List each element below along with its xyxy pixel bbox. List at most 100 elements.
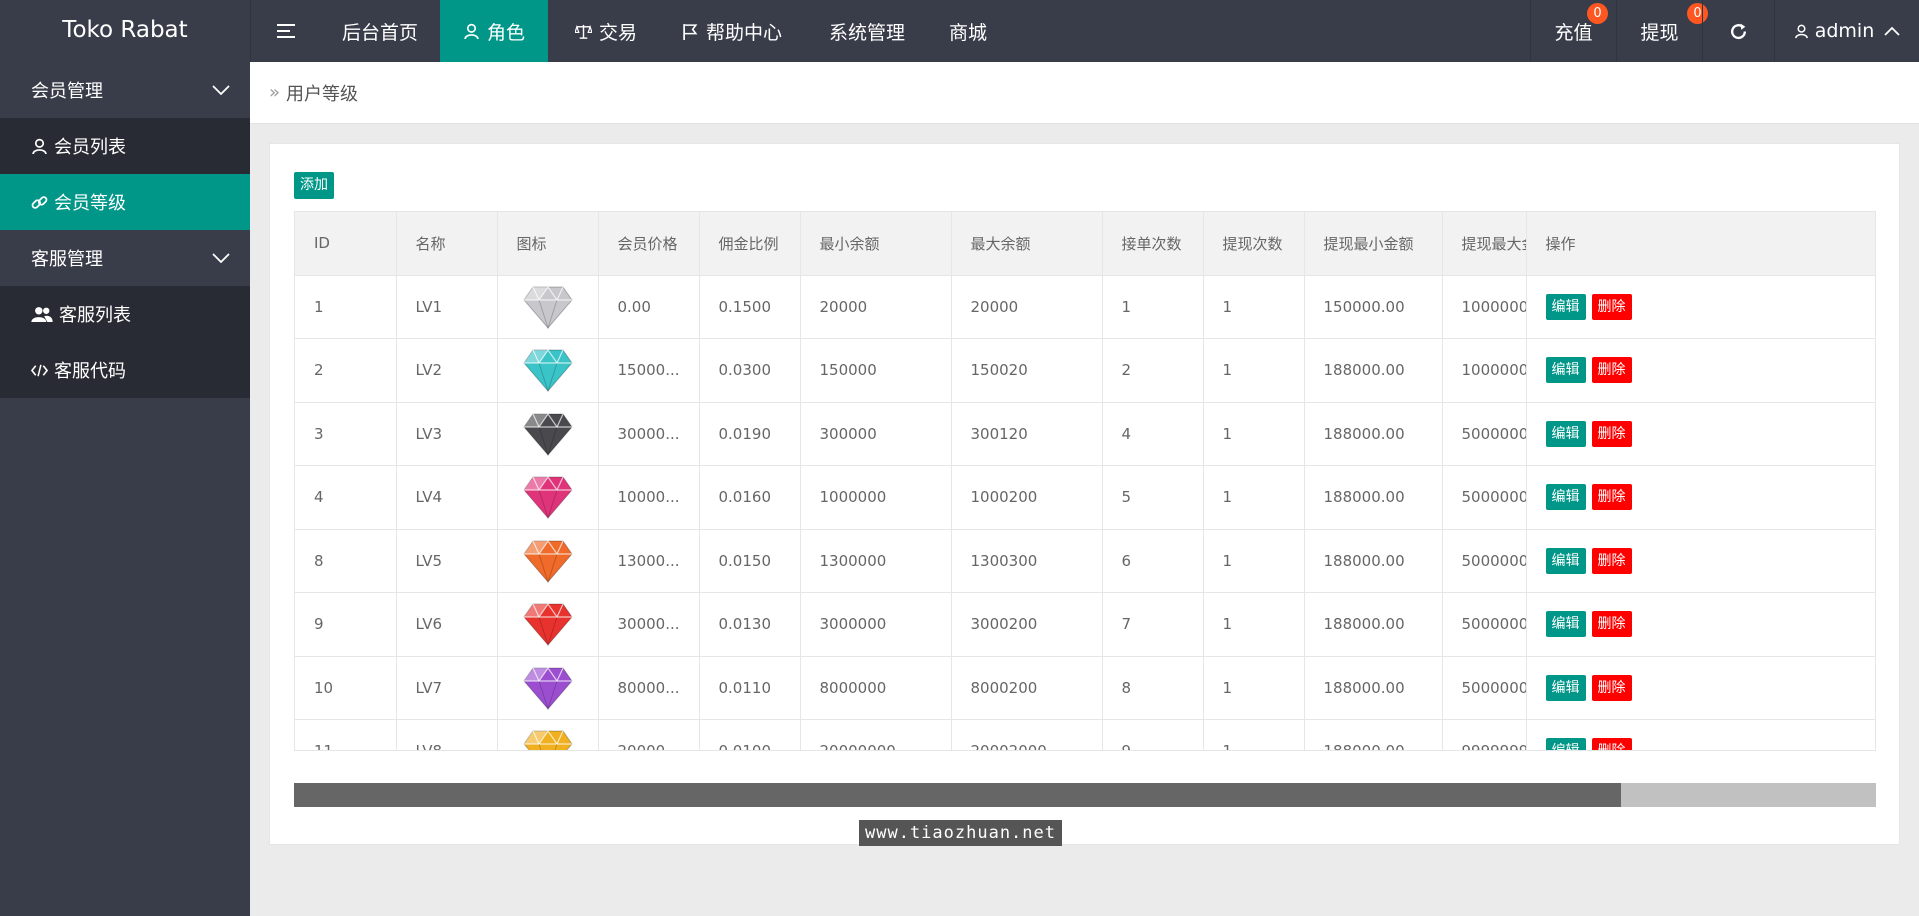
table-row: 10 LV7 80000... 0.0110 8000000 8000200 8 1 18800… bbox=[295, 656, 1875, 720]
column-header[interactable]: 会员价格 bbox=[598, 212, 700, 276]
edit-button[interactable]: 编辑 bbox=[1545, 484, 1586, 511]
cell-id: 3 bbox=[295, 402, 397, 466]
level-icon-cell bbox=[497, 529, 599, 593]
delete-button[interactable]: 删除 bbox=[1591, 484, 1632, 511]
actions-cell: 编辑删除 bbox=[1526, 338, 1875, 403]
refresh-icon bbox=[1731, 23, 1746, 39]
column-header[interactable]: 提现最大金额 bbox=[1442, 212, 1527, 276]
content-card: 添加 ID 名称 图标 会员价格 佣金比例 最小余额 最大余额 接单次数 提现次… bbox=[269, 143, 1900, 845]
cell-wd-max: 50000000 bbox=[1442, 529, 1527, 593]
diamond-icon bbox=[522, 603, 573, 647]
cell-max-balance: 300120 bbox=[951, 402, 1103, 466]
refresh-button[interactable] bbox=[1702, 0, 1774, 62]
cell-price: 30000... bbox=[598, 592, 700, 657]
edit-button[interactable]: 编辑 bbox=[1545, 738, 1586, 750]
cell-wd-max: 50000000 bbox=[1442, 656, 1527, 720]
diamond-icon bbox=[522, 666, 573, 711]
sidebar-item-member-level[interactable]: 会员等级 bbox=[0, 174, 250, 230]
cell-id: 11 bbox=[295, 719, 397, 750]
cell-min-balance: 1300000 bbox=[800, 529, 952, 593]
table-header-row: ID 名称 图标 会员价格 佣金比例 最小余额 最大余额 接单次数 提现次数 提… bbox=[295, 212, 1875, 276]
cell-withdraws: 1 bbox=[1203, 338, 1305, 403]
delete-button[interactable]: 删除 bbox=[1591, 547, 1632, 574]
level-icon-cell bbox=[497, 402, 599, 466]
delete-button[interactable]: 删除 bbox=[1591, 738, 1632, 750]
add-button[interactable]: 添加 bbox=[294, 172, 334, 199]
cell-name: LV8 bbox=[396, 719, 498, 750]
delete-button[interactable]: 删除 bbox=[1591, 357, 1632, 384]
user-icon bbox=[464, 23, 479, 39]
cell-price: 0.00 bbox=[598, 275, 700, 339]
cell-wd-min: 188000.00 bbox=[1304, 719, 1443, 750]
sidebar-item-service-list[interactable]: 客服列表 bbox=[0, 286, 250, 342]
cell-orders: 9 bbox=[1102, 719, 1204, 750]
breadcrumb: » 用户等级 bbox=[250, 62, 1919, 124]
column-header[interactable]: ID bbox=[295, 212, 397, 276]
cell-max-balance: 3000200 bbox=[951, 592, 1103, 657]
cell-min-balance: 20000000 bbox=[800, 719, 952, 750]
delete-button[interactable]: 删除 bbox=[1591, 611, 1632, 638]
nav-system[interactable]: 系统管理 bbox=[816, 0, 918, 62]
cell-withdraws: 1 bbox=[1203, 719, 1305, 750]
column-header[interactable]: 最大余额 bbox=[951, 212, 1103, 276]
nav-home[interactable]: 后台首页 bbox=[320, 0, 440, 62]
top-navbar: Toko Rabat 后台首页 角色 交易 帮助中心 系统管理 商城 充值 0 … bbox=[0, 0, 1919, 62]
cell-price: 13000... bbox=[598, 529, 700, 593]
column-header[interactable]: 提现次数 bbox=[1203, 212, 1305, 276]
cell-id: 4 bbox=[295, 465, 397, 530]
chevron-down-icon bbox=[212, 84, 230, 95]
double-chevron-right-icon: » bbox=[269, 82, 281, 103]
cell-withdraws: 1 bbox=[1203, 592, 1305, 657]
user-menu[interactable]: admin bbox=[1774, 0, 1919, 62]
delete-button[interactable]: 删除 bbox=[1591, 420, 1632, 447]
cell-min-balance: 8000000 bbox=[800, 656, 952, 720]
username: admin bbox=[1814, 20, 1875, 42]
edit-button[interactable]: 编辑 bbox=[1545, 293, 1586, 320]
edit-button[interactable]: 编辑 bbox=[1545, 547, 1586, 574]
menu-toggle-button[interactable] bbox=[250, 0, 320, 62]
nav-role[interactable]: 角色 bbox=[440, 0, 548, 62]
actions-cell: 编辑删除 bbox=[1526, 275, 1875, 339]
cell-withdraws: 1 bbox=[1203, 402, 1305, 466]
column-header[interactable]: 名称 bbox=[396, 212, 498, 276]
cell-ratio: 0.1500 bbox=[699, 275, 801, 339]
delete-button[interactable]: 删除 bbox=[1591, 293, 1632, 320]
level-table: ID 名称 图标 会员价格 佣金比例 最小余额 最大余额 接单次数 提现次数 提… bbox=[294, 211, 1876, 751]
sidebar-item-member-list[interactable]: 会员列表 bbox=[0, 118, 250, 174]
link-icon bbox=[31, 195, 48, 209]
nav-system-label: 系统管理 bbox=[828, 21, 905, 44]
cell-orders: 4 bbox=[1102, 402, 1204, 466]
horizontal-scrollbar[interactable] bbox=[294, 783, 1876, 807]
sidebar-item-service-code[interactable]: 客服代码 bbox=[0, 342, 250, 398]
column-header[interactable]: 佣金比例 bbox=[699, 212, 801, 276]
diamond-icon bbox=[522, 539, 573, 584]
column-header[interactable]: 提现最小金额 bbox=[1304, 212, 1443, 276]
edit-button[interactable]: 编辑 bbox=[1545, 420, 1586, 447]
edit-button[interactable]: 编辑 bbox=[1545, 611, 1586, 638]
sidebar-group-service[interactable]: 客服管理 bbox=[0, 230, 250, 286]
column-header[interactable]: 接单次数 bbox=[1102, 212, 1204, 276]
sidebar-item-label: 会员列表 bbox=[54, 137, 126, 158]
sidebar-group-member[interactable]: 会员管理 bbox=[0, 62, 250, 118]
cell-withdraws: 1 bbox=[1203, 465, 1305, 530]
edit-button[interactable]: 编辑 bbox=[1545, 357, 1586, 384]
cell-name: LV6 bbox=[396, 592, 498, 657]
column-header[interactable]: 最小余额 bbox=[800, 212, 952, 276]
cell-id: 10 bbox=[295, 656, 397, 720]
cell-wd-min: 188000.00 bbox=[1304, 656, 1443, 720]
recharge-button[interactable]: 充值 0 bbox=[1530, 0, 1616, 62]
column-header[interactable]: 图标 bbox=[497, 212, 599, 276]
column-header[interactable]: 操作 bbox=[1526, 212, 1875, 276]
nav-shop-label: 商城 bbox=[948, 21, 987, 44]
cell-min-balance: 150000 bbox=[800, 338, 952, 403]
nav-shop[interactable]: 商城 bbox=[940, 0, 996, 62]
cell-price: 80000... bbox=[598, 656, 700, 720]
cell-id: 9 bbox=[295, 592, 397, 657]
delete-button[interactable]: 删除 bbox=[1591, 674, 1632, 701]
scrollbar-thumb[interactable] bbox=[294, 783, 1621, 807]
edit-button[interactable]: 编辑 bbox=[1545, 674, 1586, 701]
nav-trade[interactable]: 交易 bbox=[556, 0, 656, 62]
withdraw-button[interactable]: 提现 0 bbox=[1616, 0, 1708, 62]
nav-help-center[interactable]: 帮助中心 bbox=[678, 0, 786, 62]
diamond-icon bbox=[522, 285, 573, 330]
